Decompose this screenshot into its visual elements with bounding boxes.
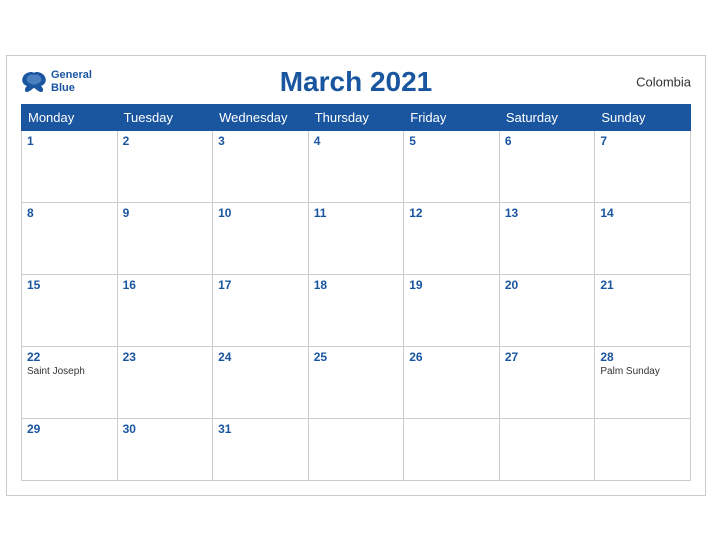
calendar-day-cell: 9 [117,202,213,274]
calendar-day-cell: 10 [213,202,309,274]
day-number: 10 [218,206,303,220]
day-number: 24 [218,350,303,364]
calendar-day-cell: 29 [22,418,118,480]
calendar-day-cell [595,418,691,480]
calendar-day-cell: 1 [22,130,118,202]
day-event: Saint Joseph [27,366,112,377]
calendar-day-cell: 3 [213,130,309,202]
day-number: 18 [314,278,399,292]
day-number: 14 [600,206,685,220]
day-number: 22 [27,350,112,364]
day-number: 21 [600,278,685,292]
day-number: 28 [600,350,685,364]
calendar-day-cell: 5 [404,130,500,202]
calendar-day-cell: 25 [308,346,404,418]
day-number: 3 [218,134,303,148]
logo-text: General Blue [51,68,92,94]
day-number: 27 [505,350,590,364]
day-number: 19 [409,278,494,292]
day-number: 11 [314,206,399,220]
calendar-day-cell: 17 [213,274,309,346]
calendar-week-row: 15 16 17 18 19 20 21 [22,274,691,346]
day-event: Palm Sunday [600,366,685,377]
calendar-day-cell: 30 [117,418,213,480]
calendar-day-cell: 28 Palm Sunday [595,346,691,418]
day-number: 7 [600,134,685,148]
day-number: 13 [505,206,590,220]
calendar-day-cell: 15 [22,274,118,346]
logo-bird-icon [21,71,47,93]
day-number: 2 [123,134,208,148]
logo-area: General Blue [21,68,92,94]
day-number: 12 [409,206,494,220]
header-tuesday: Tuesday [117,104,213,130]
calendar-day-cell: 18 [308,274,404,346]
header-saturday: Saturday [499,104,595,130]
calendar-day-cell: 21 [595,274,691,346]
day-number: 26 [409,350,494,364]
weekday-header-row: Monday Tuesday Wednesday Thursday Friday… [22,104,691,130]
calendar-day-cell: 8 [22,202,118,274]
calendar-day-cell: 26 [404,346,500,418]
calendar-day-cell: 6 [499,130,595,202]
calendar-table: Monday Tuesday Wednesday Thursday Friday… [21,104,691,481]
calendar-day-cell: 13 [499,202,595,274]
calendar-container: General Blue March 2021 Colombia Monday … [6,55,706,496]
header-sunday: Sunday [595,104,691,130]
calendar-day-cell: 23 [117,346,213,418]
calendar-week-row: 1234567 [22,130,691,202]
calendar-day-cell: 19 [404,274,500,346]
day-number: 25 [314,350,399,364]
calendar-day-cell: 4 [308,130,404,202]
calendar-day-cell [404,418,500,480]
day-number: 29 [27,422,112,436]
day-number: 1 [27,134,112,148]
day-number: 5 [409,134,494,148]
calendar-title: March 2021 [280,66,433,98]
calendar-day-cell [308,418,404,480]
calendar-day-cell: 20 [499,274,595,346]
day-number: 9 [123,206,208,220]
calendar-week-row: 29 30 31 [22,418,691,480]
day-number: 6 [505,134,590,148]
calendar-day-cell: 22 Saint Joseph [22,346,118,418]
calendar-day-cell: 27 [499,346,595,418]
day-number: 31 [218,422,303,436]
calendar-day-cell: 2 [117,130,213,202]
day-number: 4 [314,134,399,148]
calendar-day-cell: 24 [213,346,309,418]
day-number: 17 [218,278,303,292]
calendar-week-row: 22 Saint Joseph 23 24 25 26 27 28 Palm Sunday [22,346,691,418]
calendar-header: General Blue March 2021 Colombia [21,66,691,98]
header-monday: Monday [22,104,118,130]
day-number: 30 [123,422,208,436]
calendar-day-cell: 31 [213,418,309,480]
day-number: 8 [27,206,112,220]
calendar-day-cell: 12 [404,202,500,274]
calendar-day-cell: 14 [595,202,691,274]
header-thursday: Thursday [308,104,404,130]
country-label: Colombia [636,74,691,89]
header-wednesday: Wednesday [213,104,309,130]
day-number: 23 [123,350,208,364]
header-friday: Friday [404,104,500,130]
calendar-day-cell [499,418,595,480]
day-number: 15 [27,278,112,292]
calendar-week-row: 89 10 11 12 13 14 [22,202,691,274]
calendar-day-cell: 11 [308,202,404,274]
calendar-day-cell: 16 [117,274,213,346]
day-number: 16 [123,278,208,292]
calendar-day-cell: 7 [595,130,691,202]
day-number: 20 [505,278,590,292]
